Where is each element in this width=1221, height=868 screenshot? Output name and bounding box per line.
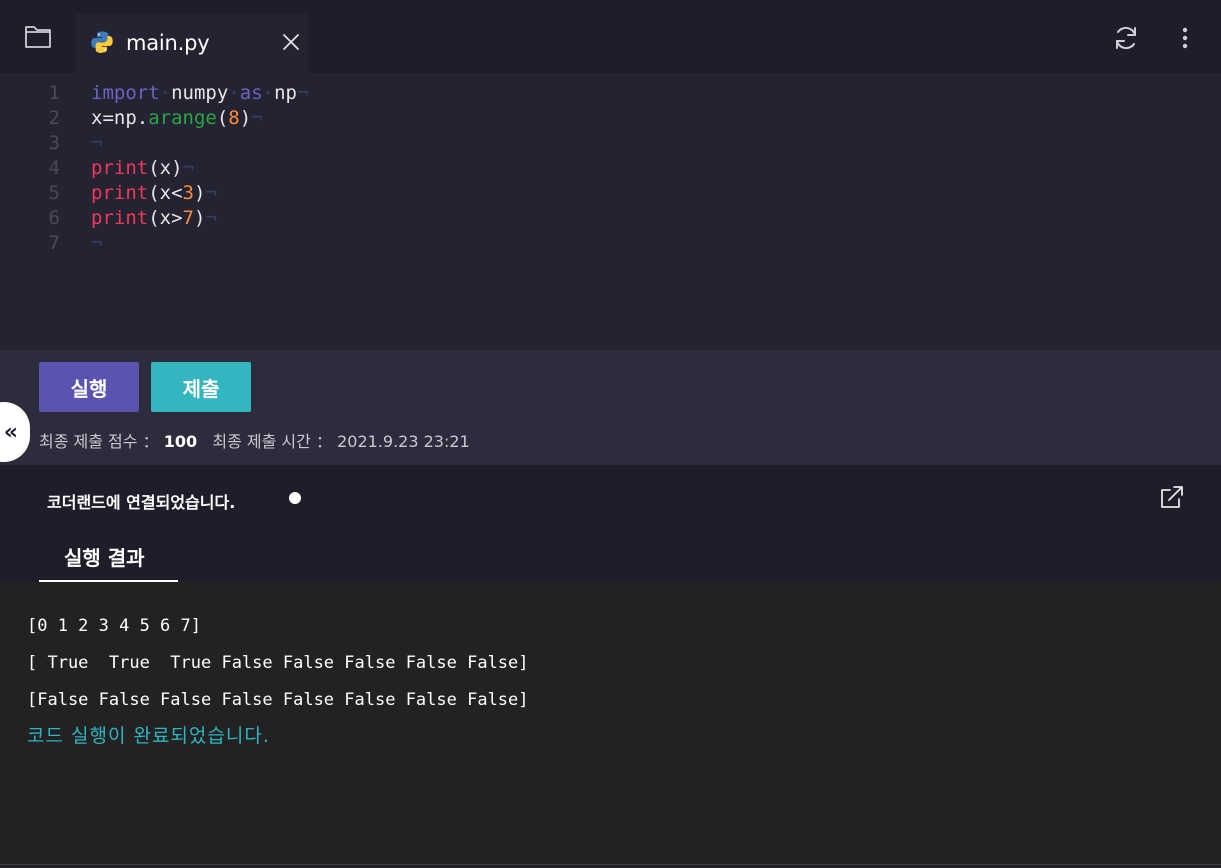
line-end-marker: ¬	[205, 182, 217, 204]
run-button[interactable]: 실행	[39, 362, 139, 412]
folder-icon[interactable]	[24, 24, 52, 50]
whitespace-marker: ·	[228, 82, 240, 104]
line-number: 4	[48, 157, 60, 179]
score-value: 100	[163, 432, 198, 451]
code-text: import·numpy·as·np¬	[91, 81, 308, 106]
output-console: [0 1 2 3 4 5 6 7] [ True True True False…	[0, 582, 1221, 868]
code-text: print(x<3)¬	[91, 181, 217, 206]
keyword-token: import	[91, 82, 160, 104]
time-separator: ：	[315, 432, 332, 451]
paren-token: (	[148, 157, 160, 179]
code-line[interactable]: 1 import·numpy·as·np¬	[0, 81, 1221, 106]
editor-tab-bar: main.py	[0, 0, 1221, 73]
completion-message: 코드 실행이 완료되었습니다.	[27, 725, 270, 747]
paren-token: )	[171, 157, 183, 179]
paren-token: (	[148, 182, 160, 204]
var-token: x	[159, 157, 172, 179]
connection-status: 코더랜드에 연결되었습니다.	[47, 493, 236, 512]
close-icon[interactable]	[280, 31, 302, 53]
divider	[0, 864, 1221, 865]
line-number: 2	[48, 107, 60, 129]
print-token: print	[91, 182, 149, 204]
paren-token: )	[194, 207, 206, 229]
line-number: 5	[48, 182, 60, 204]
code-editor[interactable]: 1 import·numpy·as·np¬ 2 x=np.arange(8)¬ …	[0, 73, 1221, 350]
number-token: 3	[182, 182, 194, 204]
line-number: 3	[48, 132, 60, 154]
number-token: 7	[182, 207, 194, 229]
file-tab-main-py[interactable]: main.py	[76, 14, 308, 73]
line-number: 1	[48, 82, 60, 104]
code-line[interactable]: 5 print(x<3)¬	[0, 181, 1221, 206]
action-panel: 실행 제출 최종 제출 점수 ： 100 최종 제출 시간 ： 2021.9.2…	[0, 350, 1221, 465]
console-header: 코더랜드에 연결되었습니다. 실행 결과	[0, 465, 1221, 582]
score-separator: ：	[142, 432, 159, 451]
whitespace-marker: ·	[262, 82, 275, 104]
whitespace-marker: ·	[159, 82, 172, 104]
tab-filename: main.py	[126, 31, 210, 55]
code-text: ¬	[91, 231, 102, 256]
line-number: 7	[48, 232, 60, 254]
line-end-marker: ¬	[91, 132, 103, 154]
line-end-marker: ¬	[251, 107, 263, 129]
code-text: x=np.arange(8)¬	[91, 106, 263, 131]
submit-button[interactable]: 제출	[151, 362, 251, 412]
keyword-token: as	[239, 82, 263, 104]
external-link-icon[interactable]	[1157, 484, 1185, 512]
more-vertical-icon[interactable]	[1174, 24, 1196, 52]
line-end-marker: ¬	[205, 207, 217, 229]
code-line[interactable]: 7 ¬	[0, 231, 1221, 256]
code-line[interactable]: 4 print(x)¬	[0, 156, 1221, 181]
line-end-marker: ¬	[91, 232, 103, 254]
connection-indicator-icon	[289, 492, 301, 504]
code-text: ¬	[91, 131, 102, 156]
double-chevron-left-icon: «	[3, 419, 18, 445]
module-token: numpy	[171, 82, 229, 104]
compare-token: x<	[159, 182, 183, 204]
paren-token: )	[194, 182, 206, 204]
line-end-marker: ¬	[296, 82, 309, 104]
code-line[interactable]: 2 x=np.arange(8)¬	[0, 106, 1221, 131]
time-label: 최종 제출 시간	[212, 432, 311, 451]
print-token: print	[91, 157, 149, 179]
refresh-icon[interactable]	[1112, 24, 1140, 52]
tab-run-result[interactable]: 실행 결과	[39, 535, 178, 582]
code-text: print(x)¬	[91, 156, 194, 181]
submission-info: 최종 제출 점수 ： 100 최종 제출 시간 ： 2021.9.23 23:2…	[39, 428, 470, 452]
line-number: 6	[48, 207, 60, 229]
score-label: 최종 제출 점수	[39, 432, 138, 451]
assign-token: x=np.	[91, 107, 149, 129]
paren-token: )	[239, 107, 252, 129]
output-line: [False False False False False False Fal…	[27, 690, 529, 710]
time-value: 2021.9.23 23:21	[337, 432, 470, 451]
output-line: [0 1 2 3 4 5 6 7]	[27, 616, 201, 636]
code-line[interactable]: 6 print(x>7)¬	[0, 206, 1221, 231]
tab-label: 실행 결과	[64, 546, 145, 570]
python-icon	[91, 31, 113, 53]
output-line: [ True True True False False False False…	[27, 653, 529, 673]
function-token: arange	[148, 107, 217, 129]
number-token: 8	[228, 107, 240, 129]
alias-token: np	[274, 82, 297, 104]
print-token: print	[91, 207, 149, 229]
code-line[interactable]: 3 ¬	[0, 131, 1221, 156]
line-end-marker: ¬	[182, 157, 195, 179]
code-text: print(x>7)¬	[91, 206, 217, 231]
compare-token: x>	[159, 207, 183, 229]
paren-token: (	[148, 207, 160, 229]
paren-token: (	[216, 107, 229, 129]
